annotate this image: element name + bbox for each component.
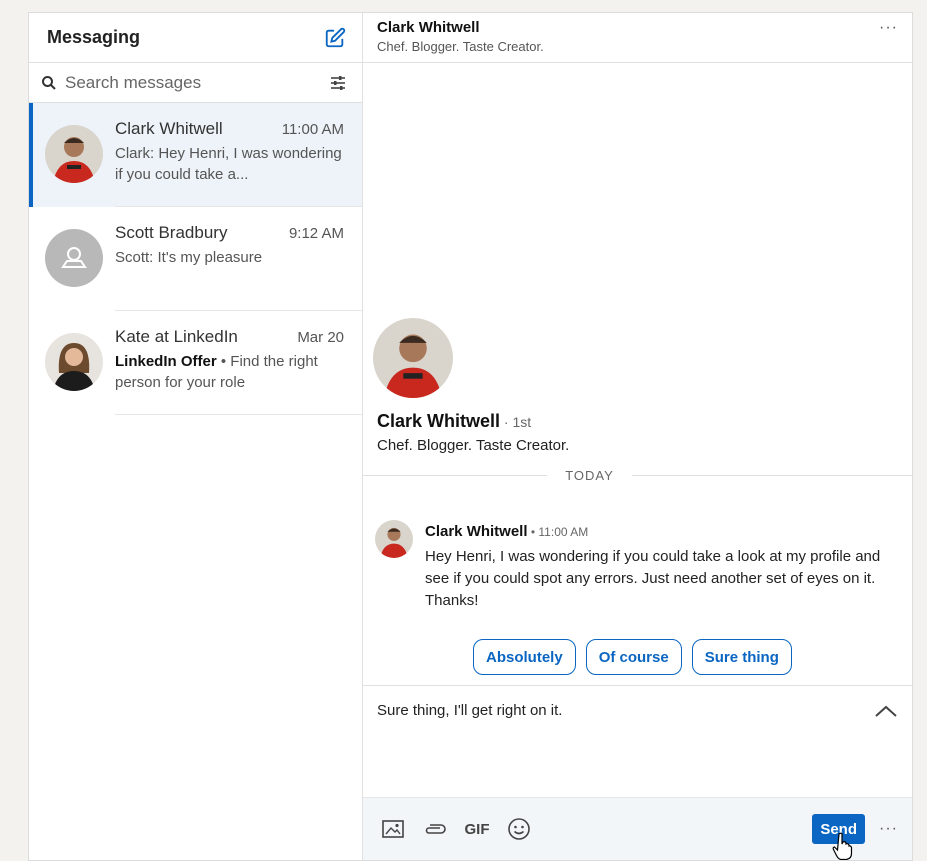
connection-degree: · 1st	[500, 414, 532, 430]
composer-more-button[interactable]: ···	[879, 820, 898, 838]
messaging-title: Messaging	[47, 27, 141, 47]
profile-name-text: Clark Whitwell	[377, 411, 501, 431]
conversation-name: Kate at LinkedIn	[115, 327, 238, 346]
conversation-item-scott[interactable]: Scott Bradbury 9:12 AM Scott: It's my pl…	[29, 207, 362, 311]
conversation-header: Clark Whitwell Chef. Blogger. Taste Crea…	[363, 13, 912, 63]
smart-reply-of-course[interactable]: Of course	[585, 639, 682, 675]
profile-headline: Chef. Blogger. Taste Creator.	[377, 437, 570, 454]
composer-input[interactable]: Sure thing, I'll get right on it.	[377, 702, 562, 719]
conversation-item-kate[interactable]: Kate at LinkedIn Mar 20 LinkedIn Offer •…	[29, 311, 362, 415]
gif-button[interactable]: GIF	[465, 817, 490, 841]
conversation-pane: Clark Whitwell Chef. Blogger. Taste Crea…	[363, 13, 912, 860]
message-avatar[interactable]	[375, 520, 413, 558]
conversation-time: 9:12 AM	[288, 225, 344, 242]
more-options-button[interactable]: ···	[879, 19, 898, 62]
conversation-time: Mar 20	[297, 329, 344, 346]
avatar	[45, 125, 103, 183]
image-icon[interactable]	[381, 817, 405, 841]
search-input[interactable]	[65, 72, 328, 93]
snippet-separator: •	[216, 353, 231, 370]
header-contact-headline: Chef. Blogger. Taste Creator.	[377, 39, 544, 54]
conversation-snippet: Clark: Hey Henri, I was wondering if you…	[115, 145, 342, 183]
profile-avatar[interactable]	[373, 318, 453, 398]
offer-label: LinkedIn Offer	[115, 353, 217, 370]
conversation-snippet: LinkedIn Offer • Find the right person f…	[115, 351, 344, 393]
chevron-up-icon[interactable]	[874, 704, 898, 718]
smart-reply-sure-thing[interactable]: Sure thing	[691, 639, 792, 675]
message-text: Hey Henri, I was wondering if you could …	[425, 548, 881, 609]
conversation-snippet: Scott: It's my pleasure	[115, 249, 263, 266]
hand-cursor-icon	[832, 832, 853, 860]
conversation-item-clark[interactable]: Clark Whitwell 11:00 AM Clark: Hey Henri…	[29, 103, 362, 207]
conversation-name: Scott Bradbury	[115, 223, 228, 242]
avatar	[45, 333, 103, 391]
profile-name[interactable]: Clark Whitwell · 1st	[377, 411, 531, 432]
avatar	[45, 229, 103, 287]
messaging-app: Messaging Search messages Clark Whitwell…	[28, 12, 913, 861]
conversation-name: Clark Whitwell	[115, 119, 223, 138]
attachment-icon[interactable]	[423, 817, 447, 841]
smart-reply-absolutely[interactable]: Absolutely	[473, 639, 576, 675]
conversation-time: 11:00 AM	[281, 121, 344, 138]
smart-replies: Absolutely Of course Sure thing	[473, 639, 792, 675]
header-contact-name[interactable]: Clark Whitwell	[377, 19, 544, 36]
filter-icon[interactable]	[328, 73, 348, 93]
emoji-icon[interactable]	[507, 817, 531, 841]
message-sender[interactable]: Clark Whitwell	[425, 523, 528, 540]
date-divider: TODAY	[363, 468, 912, 483]
message-header: Clark Whitwell • 11:00 AM	[425, 523, 588, 541]
message-composer[interactable]: Sure thing, I'll get right on it.	[363, 685, 912, 797]
message-time: • 11:00 AM	[527, 525, 589, 539]
message-thread: Clark Whitwell · 1st Chef. Blogger. Tast…	[363, 63, 912, 860]
compose-icon[interactable]	[322, 25, 348, 51]
conversation-list-pane: Messaging Search messages Clark Whitwell…	[29, 13, 363, 860]
composer-toolbar: GIF Send ···	[363, 797, 912, 860]
search-bar	[29, 63, 362, 103]
search-icon	[42, 75, 56, 90]
date-divider-label: TODAY	[547, 468, 632, 483]
messaging-header: Messaging	[29, 13, 362, 63]
